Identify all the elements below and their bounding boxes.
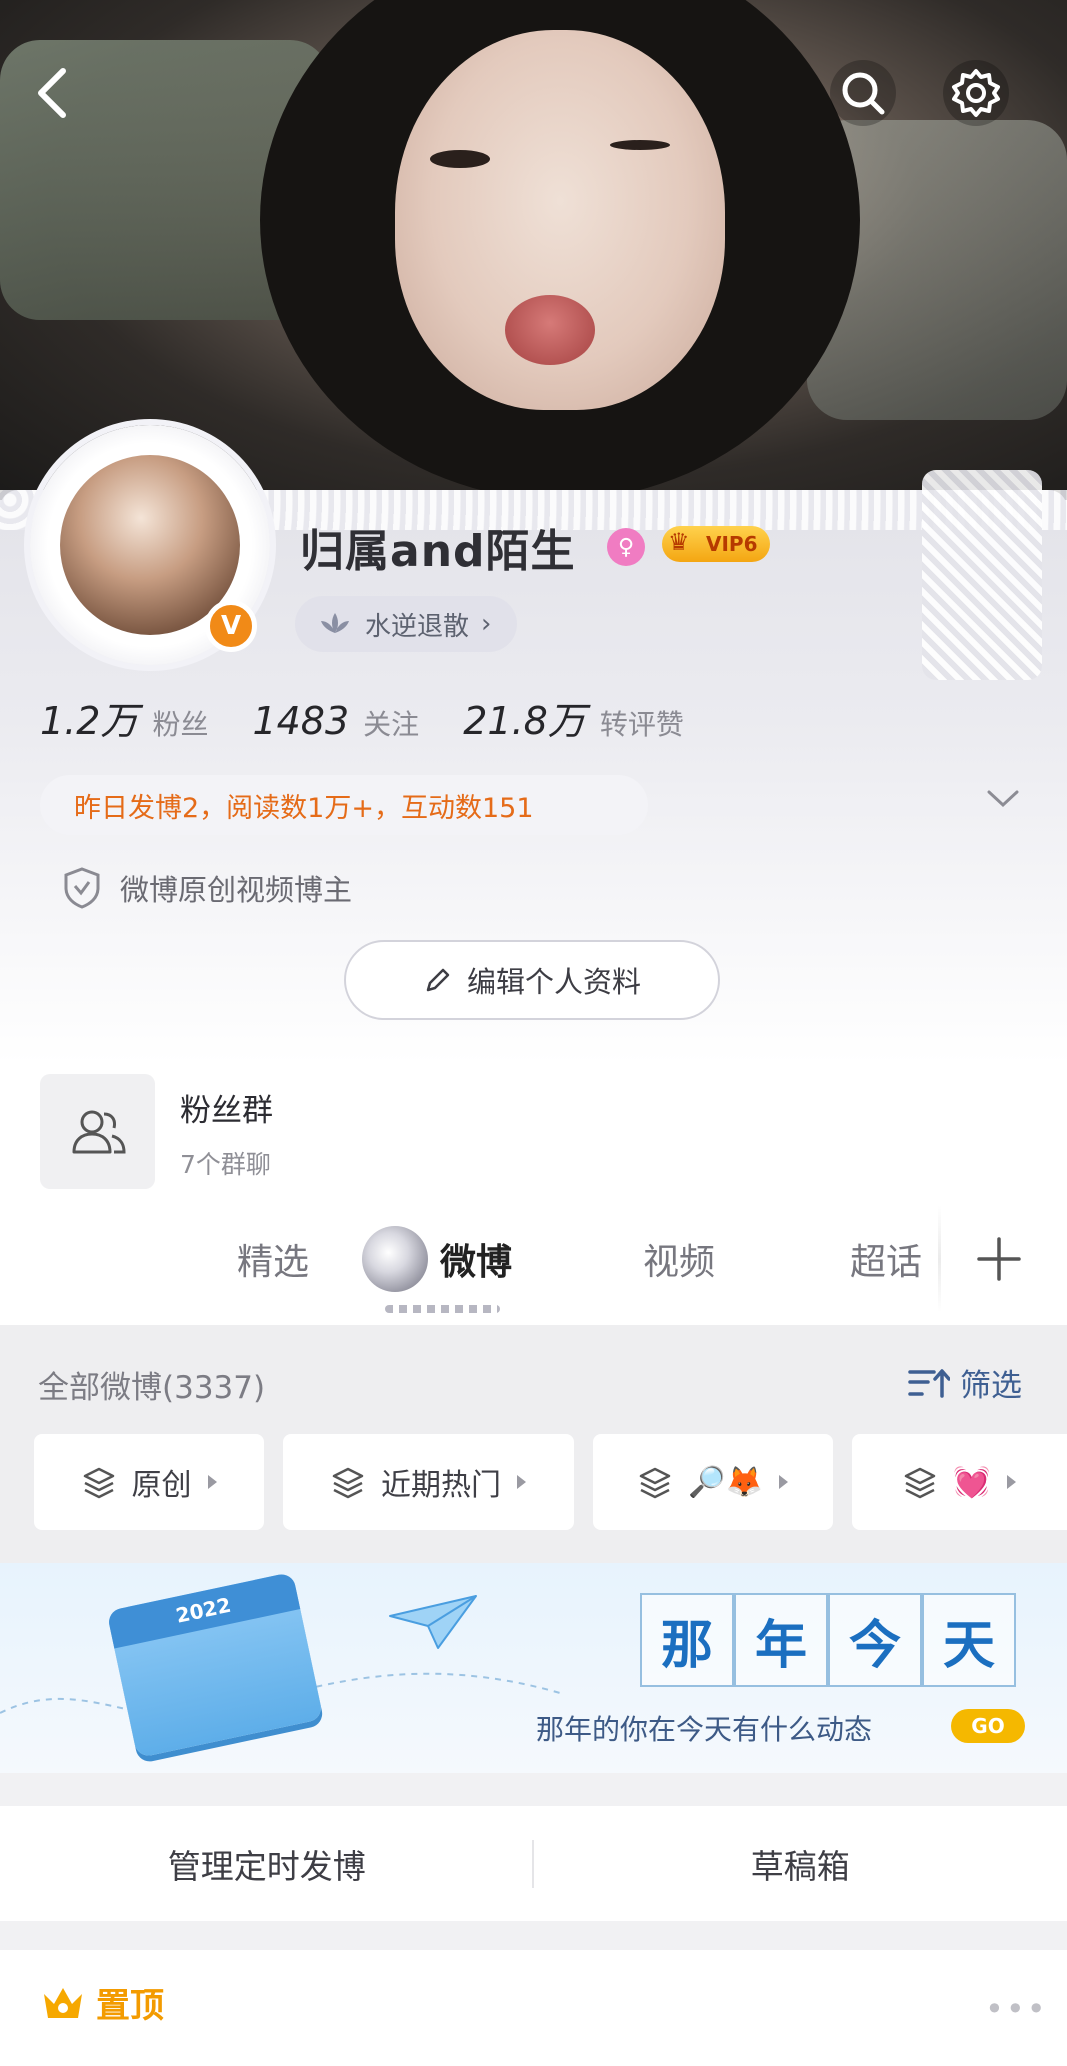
- triangle-right-icon: [1006, 1475, 1016, 1489]
- search-button[interactable]: [830, 60, 896, 126]
- filter-chip-original[interactable]: 原创: [34, 1434, 264, 1530]
- profile-tag-chip[interactable]: 水逆退散 ›: [295, 596, 518, 652]
- tab-divider: [938, 1205, 941, 1313]
- memories-title-char: 天: [922, 1593, 1016, 1687]
- pencil-icon: [426, 968, 450, 992]
- cover-lips: [505, 295, 595, 365]
- stat-following[interactable]: 1483 关注: [252, 699, 419, 743]
- filter-chip-recent-hot[interactable]: 近期热门: [283, 1434, 574, 1530]
- layers-icon: [83, 1467, 114, 1499]
- crown-icon: [44, 1987, 82, 2018]
- stat-fans[interactable]: 1.2万 粉丝: [40, 690, 208, 745]
- fan-group-title: 粉丝群: [180, 1093, 273, 1129]
- filter-chip-label: 近期热门: [381, 1468, 501, 1503]
- fan-group-icon-box: [40, 1074, 155, 1189]
- rose-icon: [362, 1226, 428, 1292]
- filter-chip-label: 🔎🦊: [688, 1464, 763, 1500]
- edit-profile-label: 编辑个人资料: [466, 965, 641, 999]
- verified-badge: V: [205, 600, 257, 652]
- all-weibo-count: 全部微博(3337): [38, 1370, 266, 1406]
- triangle-right-icon: [778, 1475, 788, 1489]
- back-icon: [38, 68, 66, 118]
- lace-ribbon-decoration: [922, 470, 1042, 680]
- settings-button[interactable]: [943, 60, 1009, 126]
- memories-subtitle: 那年的你在今天有什么动态: [536, 1713, 873, 1746]
- go-button[interactable]: GO: [951, 1709, 1025, 1743]
- tab-weibo[interactable]: 微博: [440, 1233, 512, 1285]
- more-options-icon[interactable]: •••: [985, 1990, 1048, 2028]
- layers-icon: [332, 1467, 364, 1499]
- stat-interactions-value: 21.8万: [463, 699, 586, 743]
- fan-group-section[interactable]: [0, 1060, 1067, 1200]
- layers-icon: [639, 1467, 671, 1499]
- drafts-button[interactable]: 草稿箱: [534, 1806, 1067, 1921]
- filter-chip-label: 💓: [953, 1464, 991, 1500]
- tab-super-topic[interactable]: 超话: [850, 1233, 922, 1285]
- stat-fans-value: 1.2万: [40, 699, 139, 743]
- activity-summary[interactable]: 昨日发博2，阅读数1万+，互动数151: [40, 775, 648, 835]
- memories-title-char: 那: [640, 1593, 734, 1687]
- expand-button[interactable]: [985, 786, 1021, 814]
- chevron-right-icon: ›: [481, 609, 492, 639]
- tab-featured[interactable]: 精选: [237, 1233, 309, 1285]
- vip-badge[interactable]: ♛ VIP6: [662, 526, 770, 562]
- lotus-icon: [321, 613, 349, 633]
- cover-eye-left: [430, 150, 490, 168]
- filter-chip-emoji-fox[interactable]: 🔎🦊: [593, 1434, 833, 1530]
- plus-icon: [977, 1237, 1021, 1281]
- fan-group-subtitle: 7个群聊: [180, 1150, 271, 1179]
- tab-active-indicator: [385, 1305, 500, 1313]
- triangle-right-icon: [517, 1475, 526, 1489]
- memories-title-char: 年: [734, 1593, 828, 1687]
- female-icon: ♀: [607, 528, 645, 566]
- stat-following-value: 1483: [252, 699, 350, 743]
- stat-fans-label: 粉丝: [152, 708, 209, 741]
- pinned-label-row: 置顶: [40, 1978, 164, 2027]
- people-icon: [72, 1110, 126, 1153]
- actions-divider: [532, 1840, 534, 1888]
- vip-label: VIP6: [706, 532, 758, 556]
- crown-icon: ♛: [668, 528, 690, 556]
- chevron-down-icon: [987, 790, 1019, 808]
- scheduled-posts-button[interactable]: 管理定时发博: [0, 1806, 534, 1921]
- filter-sort-icon: [908, 1368, 950, 1398]
- edit-profile-button[interactable]: 编辑个人资料: [344, 940, 720, 1020]
- memories-title-char: 今: [828, 1593, 922, 1687]
- memories-title: 那 年 今 天: [640, 1593, 1016, 1687]
- certification-label: 微博原创视频博主: [120, 873, 353, 907]
- filter-label: 筛选: [960, 1368, 1022, 1404]
- filter-chip-label: 原创: [131, 1468, 192, 1503]
- cover-eye-right: [610, 140, 670, 150]
- paper-plane-icon: [388, 1592, 478, 1656]
- stat-following-label: 关注: [363, 708, 420, 741]
- layers-icon: [905, 1467, 936, 1499]
- gear-icon: [952, 69, 1000, 117]
- stat-interactions-label: 转评赞: [599, 708, 684, 741]
- tab-video[interactable]: 视频: [643, 1233, 715, 1285]
- filter-chip-heart[interactable]: 💓: [852, 1434, 1067, 1530]
- filter-button[interactable]: 筛选: [908, 1360, 1022, 1405]
- add-tab-button[interactable]: [975, 1235, 1023, 1287]
- triangle-right-icon: [207, 1475, 217, 1489]
- search-icon: [842, 72, 885, 115]
- profile-stats: 1.2万 粉丝 1483 关注 21.8万 转评赞: [40, 690, 684, 745]
- stat-interactions[interactable]: 21.8万 转评赞: [463, 690, 684, 745]
- shield-check-icon: [64, 867, 100, 909]
- certification-row[interactable]: 微博原创视频博主: [62, 866, 352, 910]
- username: 归属and陌生: [300, 526, 576, 577]
- profile-tag-label: 水逆退散: [365, 611, 470, 642]
- back-button[interactable]: [20, 60, 86, 126]
- pinned-label: 置顶: [96, 1986, 164, 2026]
